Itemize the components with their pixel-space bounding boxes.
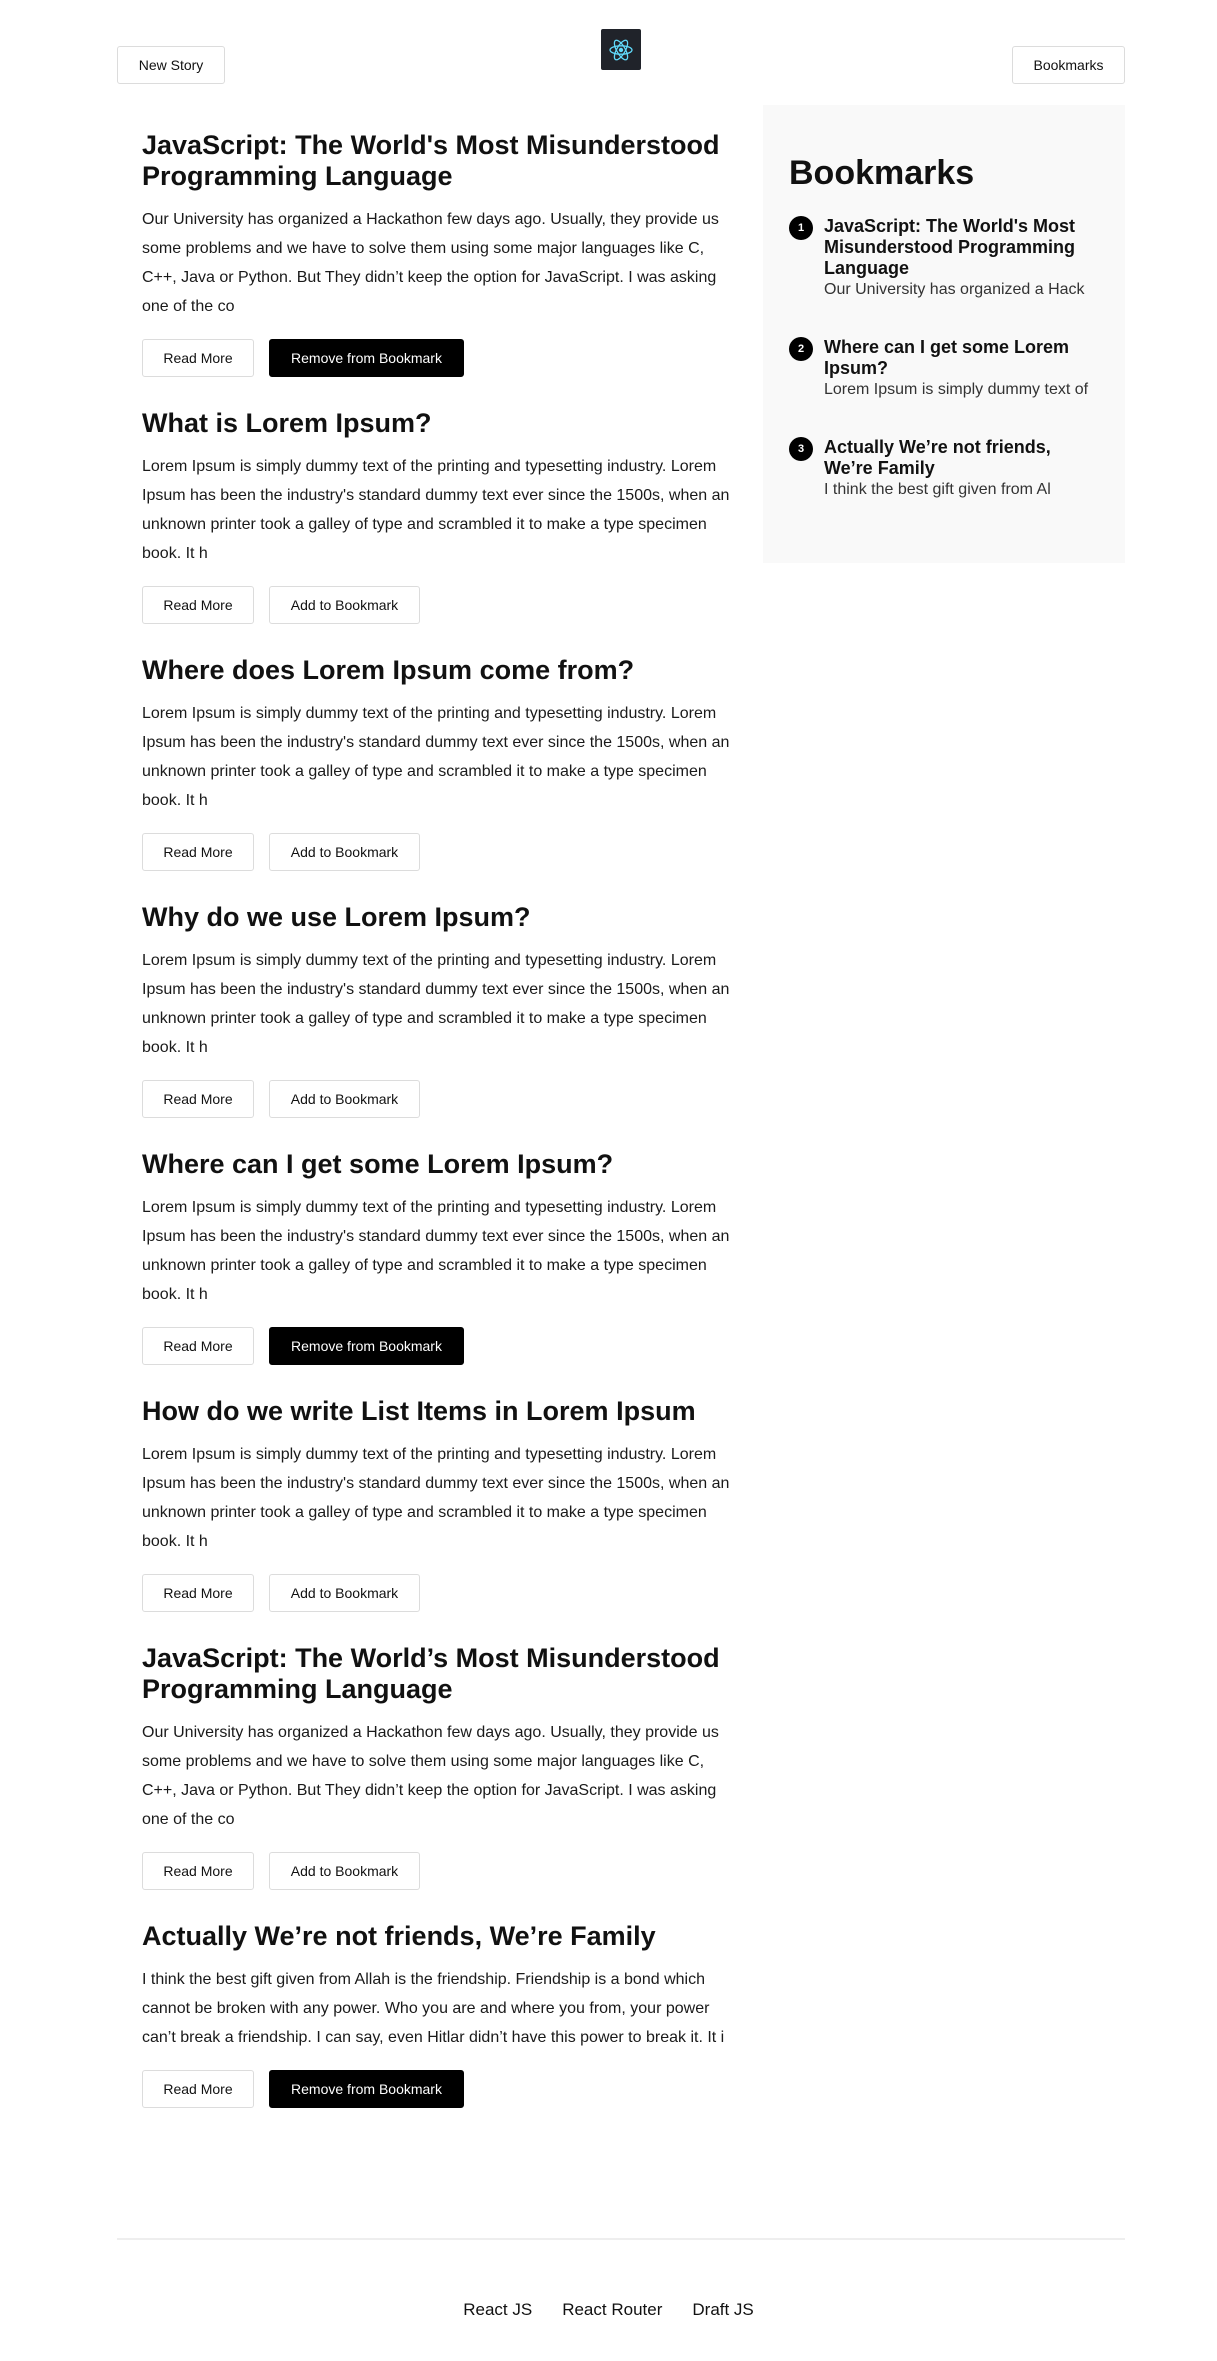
footer-link-draft-js[interactable]: Draft JS (692, 2300, 753, 2320)
article-actions: Read More Add to Bookmark (142, 586, 732, 624)
article-list: JavaScript: The World's Most Misundersto… (142, 130, 732, 2139)
article-card: Where does Lorem Ipsum come from? Lorem … (142, 655, 732, 871)
article-title[interactable]: JavaScript: The World’s Most Misundersto… (142, 1643, 732, 1705)
bookmark-body: JavaScript: The World's Most Misundersto… (824, 216, 1099, 300)
bookmark-title[interactable]: Actually We’re not friends, We’re Family (824, 437, 1099, 479)
read-more-button[interactable]: Read More (142, 1080, 254, 1118)
add-to-bookmark-button[interactable]: Add to Bookmark (269, 1080, 420, 1118)
article-card: What is Lorem Ipsum? Lorem Ipsum is simp… (142, 408, 732, 624)
article-card: JavaScript: The World’s Most Misundersto… (142, 1643, 732, 1890)
bookmark-number-badge: 3 (789, 437, 813, 461)
bookmark-excerpt: Lorem Ipsum is simply dummy text of (824, 381, 1089, 398)
bookmark-excerpt: Our University has organized a Hack (824, 281, 1085, 298)
bookmark-item[interactable]: 1 JavaScript: The World's Most Misunders… (789, 216, 1099, 300)
read-more-button[interactable]: Read More (142, 1327, 254, 1365)
bookmark-number-badge: 1 (789, 216, 813, 240)
add-to-bookmark-button[interactable]: Add to Bookmark (269, 833, 420, 871)
new-story-button[interactable]: New Story (117, 46, 225, 84)
remove-from-bookmark-button[interactable]: Remove from Bookmark (269, 2070, 464, 2108)
article-excerpt: Lorem Ipsum is simply dummy text of the … (142, 1446, 730, 1550)
bookmark-item[interactable]: 2 Where can I get some Lorem Ipsum? Lore… (789, 337, 1099, 400)
article-excerpt: Lorem Ipsum is simply dummy text of the … (142, 952, 730, 1056)
article-title[interactable]: Where does Lorem Ipsum come from? (142, 655, 732, 686)
article-title[interactable]: How do we write List Items in Lorem Ipsu… (142, 1396, 732, 1427)
article-excerpt: Our University has organized a Hackathon… (142, 1724, 719, 1828)
remove-from-bookmark-button[interactable]: Remove from Bookmark (269, 1327, 464, 1365)
footer: React JS React Router Draft JS (0, 2300, 1217, 2320)
article-actions: Read More Add to Bookmark (142, 1080, 732, 1118)
article-title[interactable]: Actually We’re not friends, We’re Family (142, 1921, 732, 1952)
bookmark-number-badge: 2 (789, 337, 813, 361)
footer-link-react-js[interactable]: React JS (463, 2300, 532, 2320)
read-more-button[interactable]: Read More (142, 1852, 254, 1890)
article-card: Where can I get some Lorem Ipsum? Lorem … (142, 1149, 732, 1365)
bookmarks-heading: Bookmarks (789, 154, 975, 192)
remove-from-bookmark-button[interactable]: Remove from Bookmark (269, 339, 464, 377)
add-to-bookmark-button[interactable]: Add to Bookmark (269, 1852, 420, 1890)
article-title[interactable]: Where can I get some Lorem Ipsum? (142, 1149, 732, 1180)
react-atom-icon (609, 39, 633, 60)
article-actions: Read More Add to Bookmark (142, 833, 732, 871)
read-more-button[interactable]: Read More (142, 2070, 254, 2108)
bookmark-body: Where can I get some Lorem Ipsum? Lorem … (824, 337, 1099, 400)
header: New Story Bookmarks (0, 0, 1217, 100)
article-actions: Read More Remove from Bookmark (142, 2070, 732, 2108)
article-excerpt: Lorem Ipsum is simply dummy text of the … (142, 1199, 730, 1303)
read-more-button[interactable]: Read More (142, 1574, 254, 1612)
article-card: Why do we use Lorem Ipsum? Lorem Ipsum i… (142, 902, 732, 1118)
add-to-bookmark-button[interactable]: Add to Bookmark (269, 1574, 420, 1612)
article-actions: Read More Add to Bookmark (142, 1574, 732, 1612)
article-card: How do we write List Items in Lorem Ipsu… (142, 1396, 732, 1612)
article-actions: Read More Remove from Bookmark (142, 339, 732, 377)
bookmarks-panel: Bookmarks 1 JavaScript: The World's Most… (763, 105, 1125, 563)
article-excerpt: Our University has organized a Hackathon… (142, 211, 719, 315)
article-actions: Read More Remove from Bookmark (142, 1327, 732, 1365)
bookmark-excerpt: I think the best gift given from Al (824, 481, 1051, 498)
footer-divider (117, 2238, 1125, 2240)
article-card: Actually We’re not friends, We’re Family… (142, 1921, 732, 2108)
read-more-button[interactable]: Read More (142, 833, 254, 871)
footer-link-react-router[interactable]: React Router (562, 2300, 662, 2320)
article-actions: Read More Add to Bookmark (142, 1852, 732, 1890)
article-excerpt: I think the best gift given from Allah i… (142, 1971, 725, 2046)
add-to-bookmark-button[interactable]: Add to Bookmark (269, 586, 420, 624)
bookmark-body: Actually We’re not friends, We’re Family… (824, 437, 1099, 500)
bookmark-title[interactable]: JavaScript: The World's Most Misundersto… (824, 216, 1099, 279)
read-more-button[interactable]: Read More (142, 339, 254, 377)
bookmark-title[interactable]: Where can I get some Lorem Ipsum? (824, 337, 1099, 379)
article-card: JavaScript: The World's Most Misundersto… (142, 130, 732, 377)
article-excerpt: Lorem Ipsum is simply dummy text of the … (142, 705, 730, 809)
bookmarks-button[interactable]: Bookmarks (1012, 46, 1125, 84)
read-more-button[interactable]: Read More (142, 586, 254, 624)
logo[interactable] (601, 29, 641, 70)
bookmark-item[interactable]: 3 Actually We’re not friends, We’re Fami… (789, 437, 1099, 500)
article-title[interactable]: What is Lorem Ipsum? (142, 408, 732, 439)
article-title[interactable]: Why do we use Lorem Ipsum? (142, 902, 732, 933)
article-excerpt: Lorem Ipsum is simply dummy text of the … (142, 458, 730, 562)
article-title[interactable]: JavaScript: The World's Most Misundersto… (142, 130, 732, 192)
